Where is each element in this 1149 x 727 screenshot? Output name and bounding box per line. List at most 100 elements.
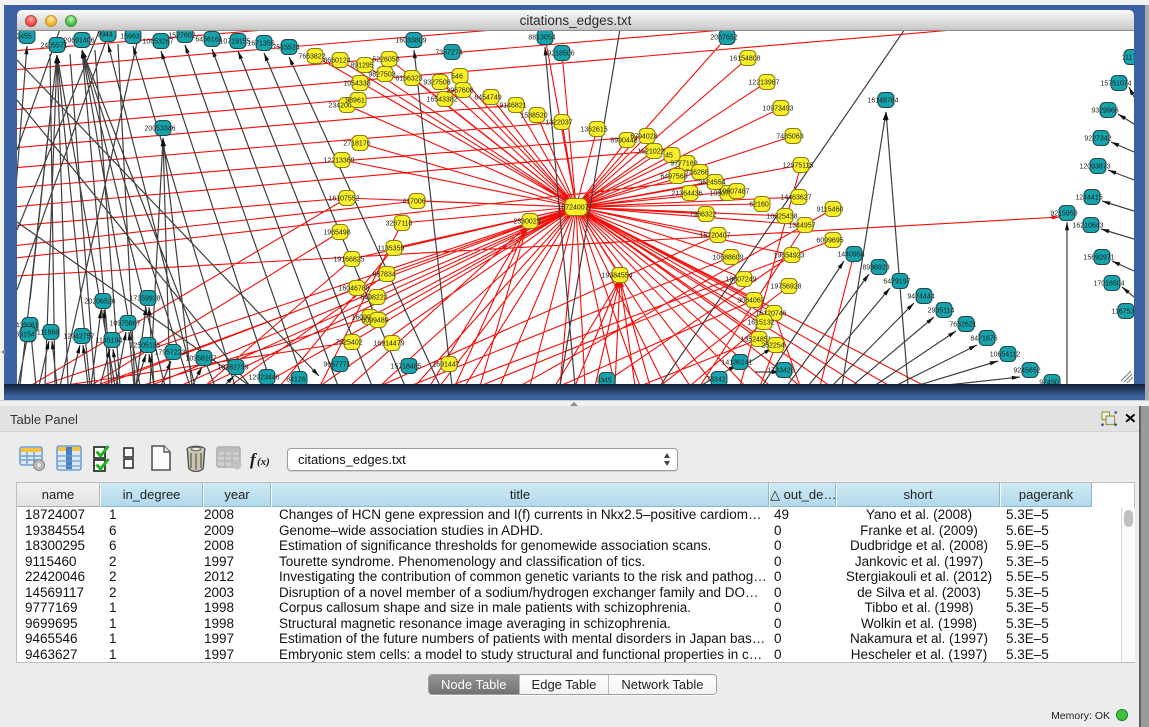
svg-text:8186323: 8186323 (395, 76, 422, 83)
svg-text:16543382: 16543382 (426, 97, 457, 104)
svg-text:84126: 84126 (286, 377, 306, 384)
svg-text:9827503: 9827503 (368, 72, 395, 79)
svg-text:17016504: 17016504 (1093, 281, 1124, 288)
svg-text:887834: 887834 (372, 272, 395, 279)
svg-text:19756928: 19756928 (770, 284, 801, 291)
svg-text:116753: 116753 (1112, 309, 1134, 316)
svg-text:2455: 2455 (17, 34, 32, 41)
svg-text:9115460: 9115460 (817, 207, 844, 214)
svg-text:7515524: 7515524 (272, 45, 299, 52)
svg-text:15720407: 15720407 (699, 233, 730, 240)
svg-text:16046788: 16046788 (338, 286, 369, 293)
svg-text:10973493: 10973493 (762, 106, 793, 113)
svg-text:9245652: 9245652 (1013, 368, 1040, 375)
svg-text:1344957: 1344957 (788, 223, 815, 230)
svg-text:891295: 891295 (350, 63, 373, 70)
svg-text:1362615: 1362615 (580, 127, 607, 134)
svg-text:19218506: 19218506 (543, 51, 574, 58)
svg-text:1322037: 1322037 (545, 120, 572, 127)
svg-text:9227342: 9227342 (1084, 136, 1111, 143)
svg-text:15751074: 15751074 (1100, 81, 1131, 88)
svg-text:6497568: 6497568 (660, 174, 687, 181)
svg-text:16107552: 16107552 (328, 196, 359, 203)
svg-text:9327508: 9327508 (423, 80, 450, 87)
svg-text:12942757: 12942757 (63, 334, 94, 341)
svg-text:7485063: 7485063 (776, 134, 803, 141)
svg-text:21364436: 21364436 (671, 191, 702, 198)
svg-text:8938923: 8938923 (862, 265, 889, 272)
svg-text:10807487: 10807487 (718, 189, 749, 196)
svg-text:6099489: 6099489 (361, 318, 388, 325)
svg-text:20206526: 20206526 (84, 299, 115, 306)
svg-text:45: 45 (665, 153, 673, 160)
svg-text:1965498: 1965498 (323, 230, 350, 237)
svg-text:546: 546 (451, 74, 463, 81)
svg-text:19384554: 19384554 (601, 273, 632, 280)
svg-text:39154: 39154 (17, 332, 35, 339)
svg-text:62160: 62160 (749, 202, 769, 209)
svg-text:16154808: 16154808 (729, 56, 760, 63)
svg-text:1135359: 1135359 (378, 246, 405, 253)
svg-text:7625402: 7625402 (335, 340, 362, 347)
svg-text:9944: 9944 (97, 32, 113, 39)
svg-text:9345: 9345 (596, 378, 612, 385)
svg-text:10025438: 10025438 (766, 214, 797, 221)
svg-text:2087652: 2087652 (710, 35, 737, 42)
svg-text:10719155: 10719155 (219, 39, 250, 46)
svg-text:19654923: 19654923 (773, 253, 804, 260)
svg-text:3624554: 3624554 (698, 180, 725, 187)
svg-text:8454749: 8454749 (474, 95, 501, 102)
svg-text:7357274: 7357274 (435, 50, 462, 57)
svg-text:7986322: 7986322 (689, 212, 716, 219)
svg-text:10975867: 10975867 (109, 321, 140, 328)
svg-text:7632621: 7632621 (949, 322, 976, 329)
svg-text:1145194: 1145194 (96, 338, 123, 345)
svg-text:17957223: 17957223 (154, 350, 185, 357)
svg-text:111568: 111568 (37, 330, 59, 337)
svg-text:19166825: 19166825 (333, 257, 364, 264)
svg-text:14463627: 14463627 (780, 195, 811, 202)
svg-text:73342: 73342 (706, 377, 726, 384)
svg-text:10958107: 10958107 (185, 356, 216, 363)
svg-text:417006: 417006 (402, 199, 425, 206)
svg-text:18724007: 18724007 (557, 205, 588, 212)
svg-text:16963: 16963 (120, 34, 140, 41)
svg-text:9474444: 9474444 (907, 294, 934, 301)
svg-text:1588520: 1588520 (520, 113, 547, 120)
svg-text:12213369: 12213369 (323, 158, 354, 165)
svg-text:5226058: 5226058 (372, 57, 399, 64)
svg-text:1671355: 1671355 (247, 41, 274, 48)
svg-text:8813054: 8813054 (528, 35, 555, 42)
svg-text:1117: 1117 (1122, 55, 1134, 62)
svg-text:16914479: 16914479 (373, 341, 404, 348)
svg-text:(x): (x) (257, 456, 270, 468)
svg-text:1691447: 1691447 (432, 362, 459, 369)
svg-text:1621022: 1621022 (637, 149, 664, 156)
svg-text:17359928: 17359928 (129, 296, 160, 303)
svg-text:16210643: 16210643 (1072, 223, 1103, 230)
svg-text:10688609: 10688609 (712, 255, 743, 262)
svg-text:8660124: 8660124 (323, 58, 350, 65)
svg-text:7663822: 7663822 (298, 54, 325, 61)
svg-text:12975115: 12975115 (783, 163, 814, 170)
svg-text:18807249: 18807249 (725, 277, 756, 284)
svg-text:2935114: 2935114 (928, 308, 955, 315)
svg-text:92450: 92450 (1039, 380, 1059, 385)
svg-text:9657771: 9657771 (323, 362, 350, 369)
svg-text:9084067: 9084067 (737, 298, 764, 305)
svg-text:12923446: 12923446 (248, 375, 279, 382)
svg-text:9329966: 9329966 (1091, 108, 1118, 115)
svg-text:12093873: 12093873 (1079, 164, 1110, 171)
svg-text:746266: 746266 (685, 170, 708, 177)
svg-text:1054338: 1054338 (343, 81, 370, 88)
svg-text:2330029: 2330029 (513, 219, 540, 226)
svg-text:1440954: 1440954 (837, 252, 864, 259)
svg-text:16033809: 16033809 (395, 38, 426, 45)
svg-text:15718485: 15718485 (390, 364, 421, 371)
svg-text:14136141: 14136141 (721, 360, 752, 367)
svg-text:16148784: 16148784 (867, 98, 898, 105)
svg-text:15692971: 15692971 (1083, 255, 1114, 262)
svg-text:2967608: 2967608 (446, 88, 473, 95)
svg-text:10653267: 10653267 (142, 39, 173, 46)
svg-text:2718176: 2718176 (343, 141, 370, 148)
